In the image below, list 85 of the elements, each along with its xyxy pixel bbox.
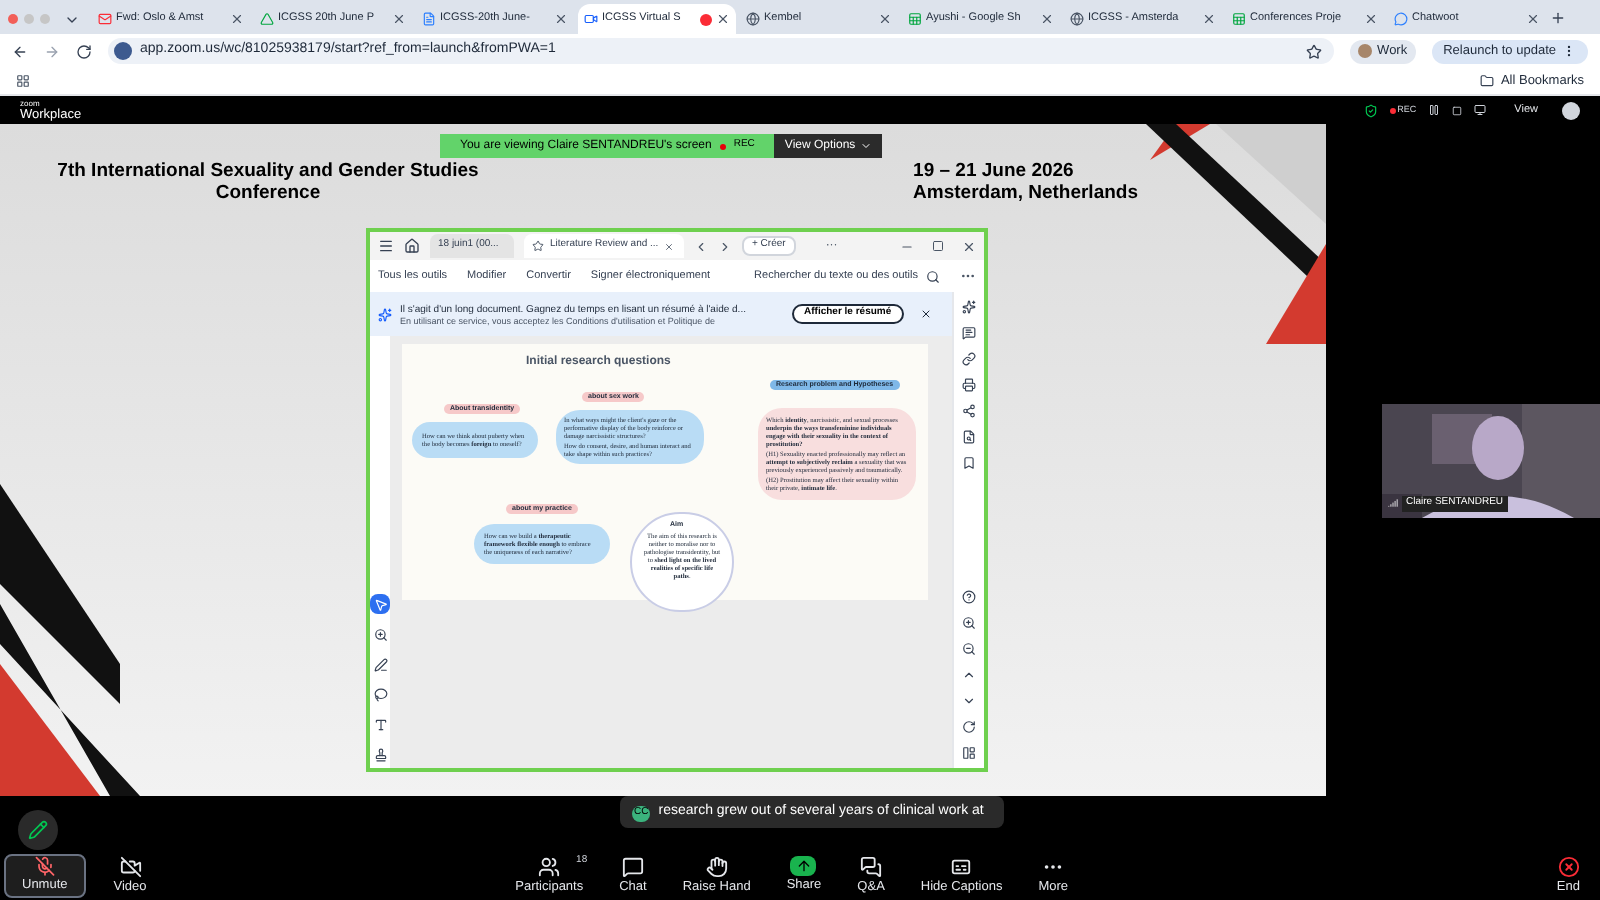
slide-place: Amsterdam, Netherlands — [913, 182, 1138, 204]
page-icon[interactable] — [962, 746, 976, 760]
signal-icon — [1388, 498, 1398, 509]
annotate-button[interactable] — [18, 810, 58, 850]
stamp-icon — [373, 747, 387, 761]
video-icon — [584, 12, 598, 26]
help-icon[interactable] — [962, 590, 976, 604]
close-icon[interactable] — [392, 12, 406, 26]
printer-icon[interactable] — [962, 378, 976, 392]
slide-dates: 19 – 21 June 2026 — [913, 160, 1076, 182]
tool-button[interactable] — [370, 714, 390, 734]
pencil-icon — [28, 820, 48, 840]
chevron-left-icon[interactable] — [694, 239, 708, 253]
sparkle-icon[interactable] — [962, 300, 976, 314]
pause-icon[interactable] — [1428, 104, 1441, 116]
menu-icon[interactable] — [378, 238, 394, 254]
bookmark-star-icon[interactable] — [1305, 43, 1322, 59]
apps-icon[interactable] — [16, 74, 30, 88]
avatar-icon — [1357, 44, 1372, 58]
folder-icon — [1480, 74, 1495, 88]
rotate-icon[interactable] — [962, 720, 976, 734]
zoom-icon — [373, 627, 387, 641]
close-icon[interactable] — [1364, 12, 1378, 26]
link-icon[interactable] — [962, 352, 976, 366]
chevron-up-icon[interactable] — [962, 668, 976, 682]
chat-icon — [621, 855, 644, 878]
close-icon — [1557, 855, 1580, 878]
tool-button[interactable] — [370, 744, 390, 764]
close-icon[interactable] — [1040, 12, 1054, 26]
globe-icon — [1070, 12, 1084, 26]
file-search-icon[interactable] — [962, 430, 976, 444]
tool-button[interactable] — [370, 654, 390, 674]
star-icon — [532, 240, 544, 252]
hand-icon — [705, 855, 728, 878]
site-info-icon[interactable] — [114, 42, 132, 60]
close-icon[interactable] — [878, 12, 892, 26]
chevron-down-icon — [859, 140, 872, 152]
tool-button[interactable] — [370, 624, 390, 644]
home-icon[interactable] — [404, 238, 420, 254]
chat-icon — [1394, 12, 1408, 26]
close-icon[interactable] — [230, 12, 244, 26]
document-icon — [422, 12, 436, 26]
close-icon[interactable] — [716, 12, 730, 26]
slide-title: 7th International Sexuality and Gender Studies Conference — [55, 160, 481, 204]
monitor-icon[interactable] — [1474, 104, 1487, 116]
close-window-icon[interactable] — [8, 14, 18, 24]
bookmark-icon[interactable] — [962, 456, 976, 470]
close-icon[interactable] — [919, 308, 932, 320]
lasso-icon — [373, 687, 387, 701]
captions-icon — [950, 855, 973, 878]
sparkle-icon — [378, 307, 392, 321]
globe-icon — [746, 12, 760, 26]
people-icon — [538, 855, 561, 878]
tool-button[interactable] — [370, 684, 390, 704]
sheet-icon — [1232, 12, 1246, 26]
messages-icon — [860, 855, 883, 878]
close-icon[interactable] — [1202, 12, 1216, 26]
new-tab-icon[interactable] — [1550, 10, 1566, 26]
share-icon[interactable] — [962, 404, 976, 418]
stop-icon[interactable] — [1452, 105, 1463, 115]
recording-icon — [700, 13, 712, 25]
tool-button[interactable] — [370, 594, 390, 614]
search-icon[interactable] — [925, 269, 940, 283]
chevron-right-icon[interactable] — [718, 239, 732, 253]
maximize-icon[interactable] — [932, 240, 944, 252]
mail-icon — [98, 12, 112, 26]
close-icon[interactable] — [1526, 12, 1540, 26]
close-icon[interactable] — [962, 239, 976, 253]
more-icon — [1562, 44, 1576, 58]
avatar-icon[interactable] — [1562, 101, 1580, 119]
video-off-icon — [119, 855, 142, 878]
text-icon — [373, 717, 387, 731]
mic-off-icon — [33, 856, 56, 877]
shield-icon — [1363, 103, 1378, 117]
chevron-down-icon[interactable] — [962, 694, 976, 708]
comment-icon[interactable] — [962, 326, 976, 340]
sheet-icon — [908, 12, 922, 26]
zoom-out-icon[interactable] — [962, 642, 976, 656]
back-icon[interactable] — [12, 43, 28, 59]
pen-icon — [373, 657, 387, 671]
reload-icon[interactable] — [76, 43, 92, 59]
triangle-icon — [260, 12, 274, 26]
share-icon — [790, 856, 817, 877]
zoom-in-icon[interactable] — [962, 616, 976, 630]
close-icon[interactable] — [554, 12, 568, 26]
